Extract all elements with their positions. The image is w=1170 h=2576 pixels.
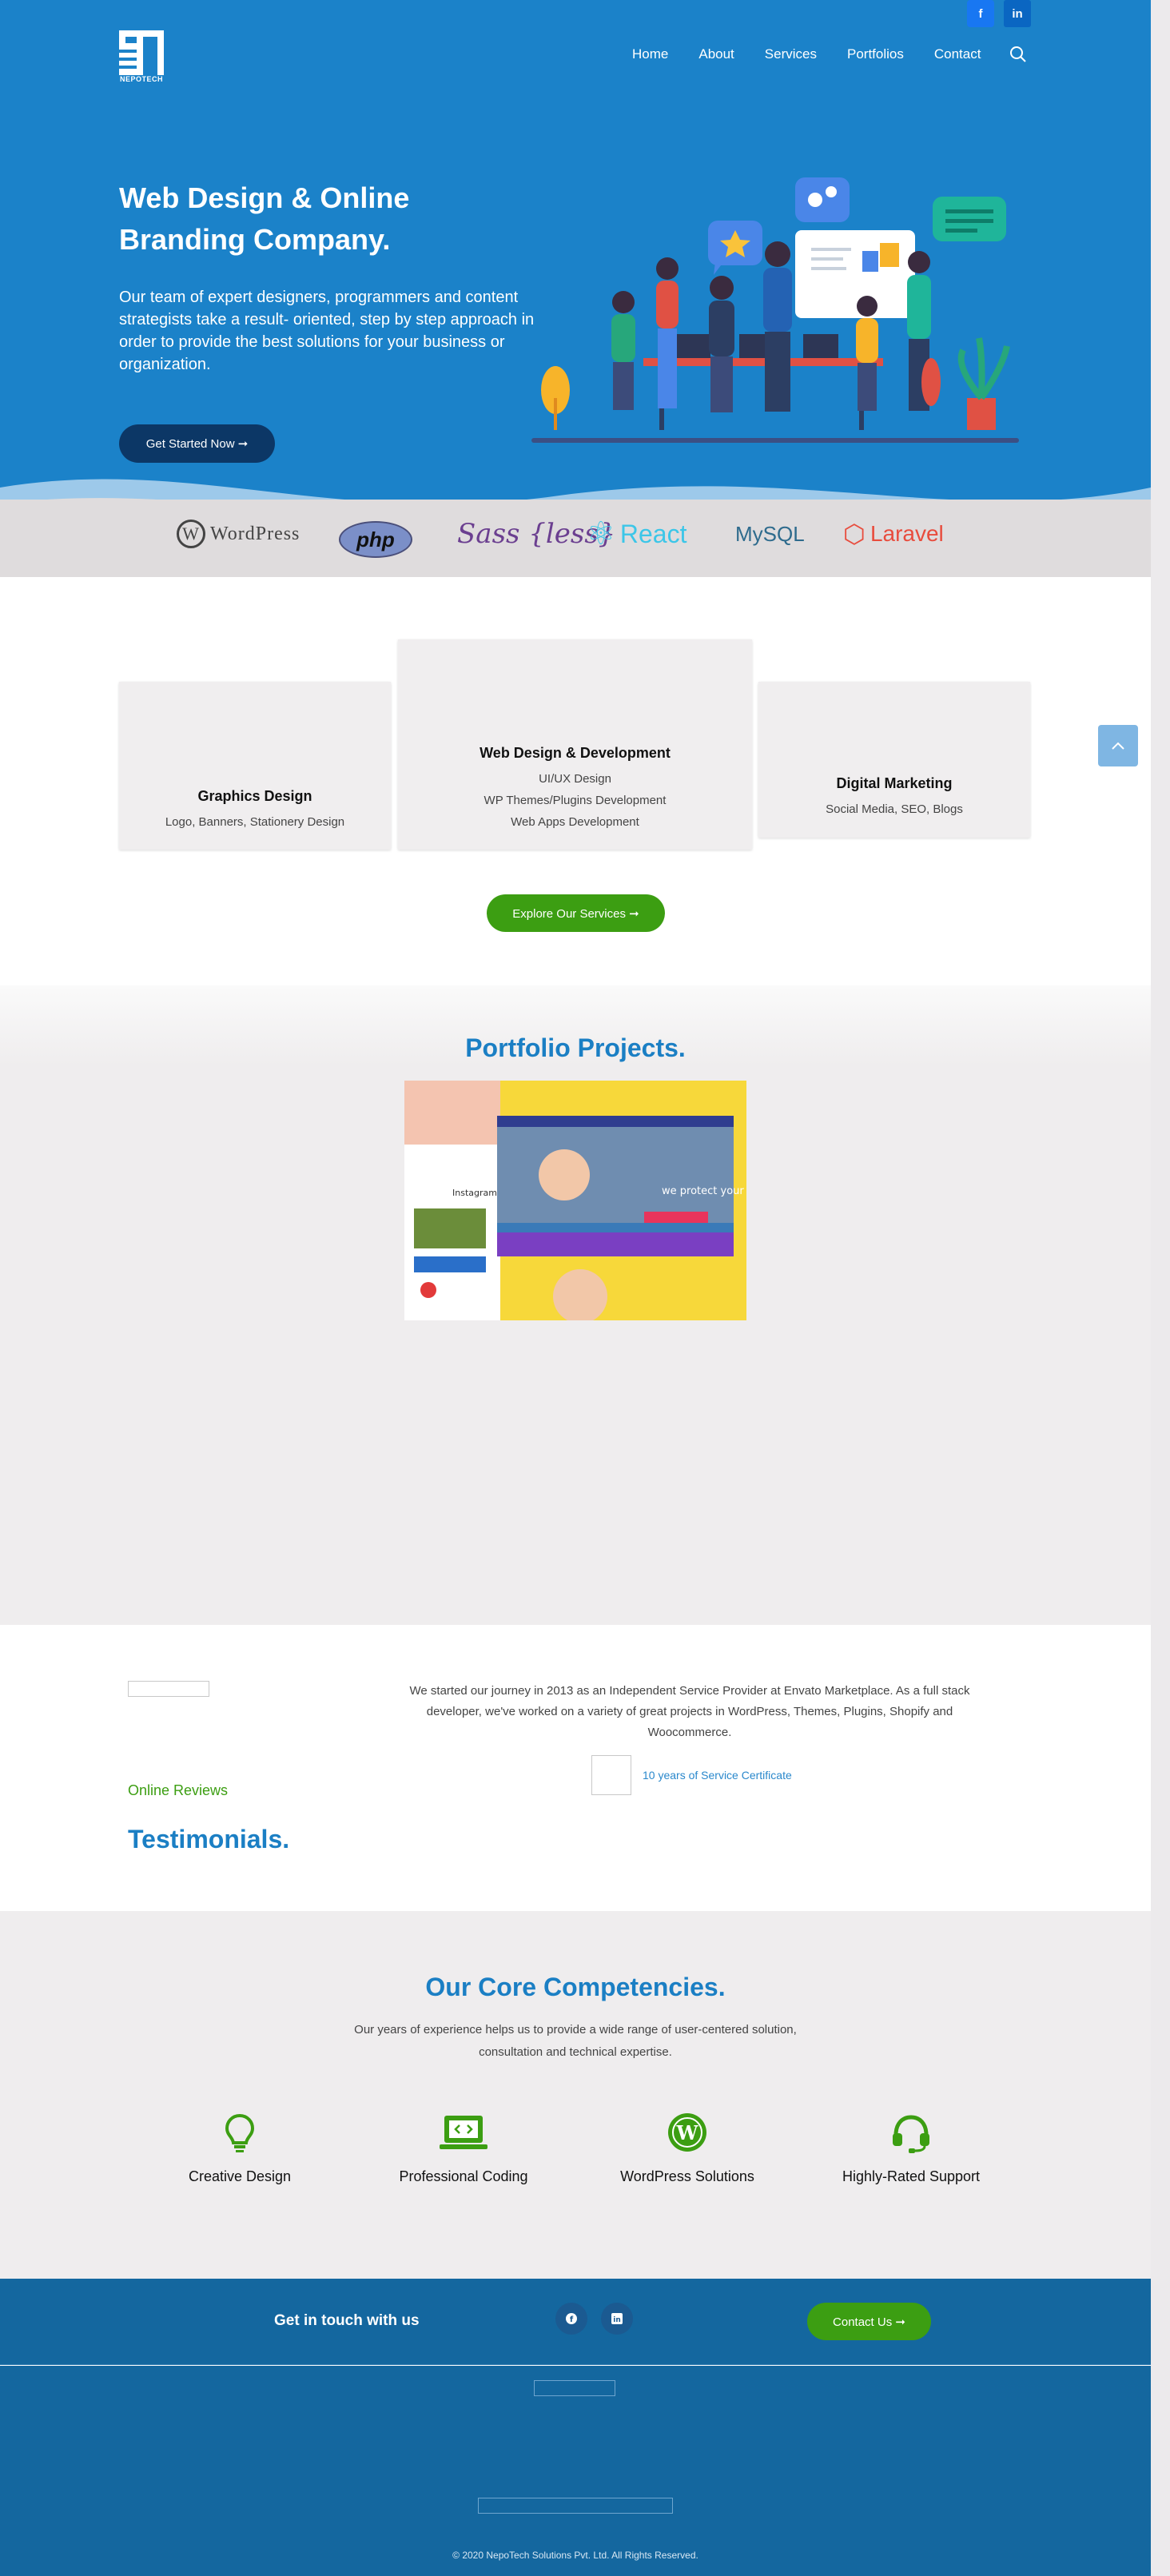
- service-line: UI/UX Design: [539, 772, 611, 786]
- portfolio-heading: Portfolio Projects.: [465, 1033, 686, 1062]
- competency-item: Creative Design: [144, 2111, 336, 2185]
- service-line: Social Media, SEO, Blogs: [826, 802, 963, 816]
- testimonials-heading: Testimonials.: [128, 1825, 290, 1853]
- chevron-up-icon: [1112, 742, 1124, 750]
- testimonials-section: We started our journey in 2013 as an Ind…: [0, 1625, 1151, 1911]
- logo-wordmark: NEPOTECH: [119, 75, 163, 83]
- facebook-icon[interactable]: f: [967, 0, 994, 27]
- certificate-image: [591, 1755, 631, 1795]
- service-title: Digital Marketing: [836, 775, 953, 791]
- linkedin-icon[interactable]: in: [1004, 0, 1031, 27]
- page: f in NEPOTECH Home About Services Portfo…: [0, 0, 1151, 2576]
- service-line: WP Themes/Plugins Development: [484, 794, 667, 807]
- nav-home[interactable]: Home: [617, 46, 683, 62]
- php-logo: php: [339, 521, 412, 558]
- back-to-top-button[interactable]: [1098, 725, 1138, 766]
- mysql-logo: MySQL: [735, 521, 805, 546]
- main-nav: Home About Services Portfolios Contact: [617, 46, 996, 62]
- footer-facebook-icon[interactable]: f: [555, 2303, 587, 2335]
- lightbulb-icon: [225, 2113, 255, 2152]
- about-text: We started our journey in 2013 as an Ind…: [409, 1684, 970, 1739]
- svg-text:W: W: [676, 2121, 699, 2144]
- service-title: Graphics Design: [197, 788, 312, 804]
- scrollbar-track[interactable]: [1151, 0, 1170, 2576]
- hero-title: Web Design & Online Branding Company.: [119, 181, 410, 256]
- reviews-eyebrow: Online Reviews: [128, 1782, 229, 1798]
- competency-label: Creative Design: [188, 2168, 292, 2184]
- react-logo: ⚛ React: [587, 516, 687, 551]
- portfolio-section: Portfolio Projects. we protect your baby…: [0, 985, 1151, 1625]
- competency-item: W WordPress Solutions: [591, 2111, 783, 2185]
- service-card-graphics[interactable]: Graphics Design Logo, Banners, Stationer…: [119, 682, 391, 850]
- competency-item: Professional Coding: [368, 2111, 559, 2185]
- explore-services-button[interactable]: Explore Our Services ➞: [487, 894, 665, 932]
- get-in-touch-text: Get in touch with us: [274, 2312, 420, 2329]
- service-line: Logo, Banners, Stationery Design: [165, 815, 345, 829]
- competency-label: WordPress Solutions: [620, 2168, 754, 2184]
- footer: © 2020 NepoTech Solutions Pvt. Ltd. All …: [0, 2366, 1151, 2576]
- competencies-intro: Our years of experience helps us to prov…: [354, 2023, 797, 2059]
- hero-lead: Our team of expert designers, programmer…: [119, 289, 535, 373]
- portfolio-shot-caption: we protect your baby: [662, 1185, 746, 1197]
- code-laptop-icon: [440, 2116, 488, 2149]
- competencies-section: Our Core Competencies. Our years of expe…: [0, 1911, 1151, 2279]
- svg-text:in: in: [613, 2316, 621, 2324]
- nav-services[interactable]: Services: [750, 46, 832, 62]
- portfolio-screenshot-image: we protect your baby Instagram: [404, 1081, 746, 1320]
- hero-section: f in NEPOTECH Home About Services Portfo…: [0, 0, 1151, 577]
- portfolio-shot-tag: Instagram: [452, 1188, 497, 1198]
- footer-linkedin-icon[interactable]: in: [601, 2303, 633, 2335]
- search-icon[interactable]: [1009, 46, 1027, 63]
- nav-about[interactable]: About: [683, 46, 749, 62]
- nav-portfolios[interactable]: Portfolios: [832, 46, 919, 62]
- svg-text:f: f: [570, 2315, 574, 2324]
- service-line: Web Apps Development: [511, 815, 639, 829]
- headset-icon: [893, 2115, 929, 2153]
- competency-item: Highly-Rated Support: [815, 2111, 1007, 2185]
- contact-us-button[interactable]: Contact Us ➞: [807, 2303, 931, 2340]
- top-social-links: f in: [967, 0, 1031, 27]
- team-illustration: [531, 177, 1019, 443]
- competency-label: Highly-Rated Support: [842, 2168, 981, 2184]
- service-card-web[interactable]: Web Design & Development UI/UX Design WP…: [398, 639, 752, 850]
- competency-label: Professional Coding: [399, 2168, 528, 2184]
- certificate-link[interactable]: 10 years of Service Certificate: [643, 1769, 792, 1782]
- portfolio-thumbnail[interactable]: we protect your baby Instagram: [404, 1081, 746, 1320]
- footer-contact-bar: Get in touch with us f in Contact Us ➞: [0, 2279, 1151, 2365]
- broken-image: [128, 1681, 209, 1697]
- service-title: Web Design & Development: [480, 745, 671, 761]
- competencies-heading: Our Core Competencies.: [425, 1973, 726, 2001]
- service-card-marketing[interactable]: Digital Marketing Social Media, SEO, Blo…: [758, 682, 1030, 838]
- wordpress-logo: W WordPress: [177, 512, 300, 556]
- footer-broken-image: [534, 2380, 615, 2396]
- laravel-logo: ⬡ Laravel: [843, 520, 944, 548]
- nav-contact[interactable]: Contact: [919, 46, 997, 62]
- wordpress-icon: W: [668, 2113, 706, 2152]
- copyright-text: © 2020 NepoTech Solutions Pvt. Ltd. All …: [452, 2550, 698, 2561]
- footer-broken-image-2: [478, 2498, 673, 2514]
